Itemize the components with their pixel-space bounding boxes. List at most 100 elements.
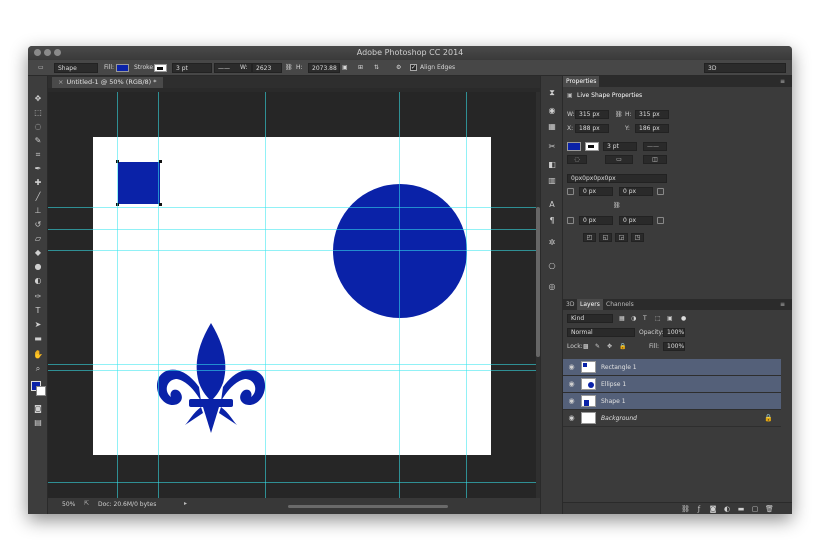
layer-name[interactable]: Ellipse 1 bbox=[601, 376, 626, 393]
guide-line[interactable] bbox=[158, 92, 159, 498]
blur-icon[interactable]: ● bbox=[33, 262, 43, 271]
guide-line[interactable] bbox=[48, 482, 536, 483]
prop-y-field[interactable]: 186 px bbox=[635, 124, 669, 133]
align-edges-checkbox[interactable]: ✓ bbox=[410, 64, 417, 71]
quick-select-icon[interactable]: ✎ bbox=[33, 136, 43, 145]
horizontal-scrollbar[interactable] bbox=[288, 505, 448, 508]
healing-brush-icon[interactable]: ✚ bbox=[33, 178, 43, 187]
gear-icon[interactable]: ⚙ bbox=[396, 63, 401, 73]
tab-layers[interactable]: Layers bbox=[577, 299, 603, 310]
adjustments-icon[interactable]: ◧ bbox=[547, 160, 557, 170]
prop-fill-swatch[interactable] bbox=[567, 142, 581, 151]
guide-line[interactable] bbox=[265, 92, 266, 498]
ellipse-shape[interactable] bbox=[333, 184, 467, 318]
stroke-align-select[interactable]: ◌ bbox=[567, 155, 587, 164]
lock-transparent-icon[interactable]: ▩ bbox=[583, 342, 589, 351]
guide-line[interactable] bbox=[48, 250, 536, 251]
brushes-icon[interactable]: ✂ bbox=[547, 142, 557, 152]
timeline-icon[interactable]: ◎ bbox=[547, 282, 557, 292]
prop-stroke-swatch[interactable] bbox=[585, 142, 599, 151]
screen-mode-icon[interactable]: ▤ bbox=[33, 418, 43, 427]
export-icon[interactable]: ⇱ bbox=[84, 500, 89, 507]
minimize-icon[interactable] bbox=[44, 49, 51, 56]
zoom-level[interactable]: 50% bbox=[62, 501, 75, 508]
corner-tr-field[interactable]: 0 px bbox=[619, 187, 653, 196]
blend-mode-select[interactable]: Normal bbox=[567, 328, 635, 337]
move-icon[interactable]: ✥ bbox=[33, 94, 43, 103]
path-op-intersect-icon[interactable]: ◲ bbox=[615, 233, 628, 242]
layer-row[interactable]: ◉ Background 🔒 bbox=[563, 410, 781, 427]
stroke-width-field[interactable]: 3 pt bbox=[172, 63, 212, 73]
document-workspace[interactable] bbox=[48, 92, 536, 498]
quick-mask-icon[interactable]: ◙ bbox=[33, 404, 43, 413]
filter-type-icon[interactable]: T bbox=[643, 314, 647, 323]
fill-field[interactable]: 100% bbox=[663, 342, 685, 351]
tool-preset-icon[interactable]: ▭ bbox=[38, 63, 44, 73]
anchor-handle[interactable] bbox=[159, 160, 162, 163]
trash-icon[interactable]: 🗑 bbox=[765, 505, 774, 513]
close-icon[interactable] bbox=[34, 49, 41, 56]
status-menu-arrow-icon[interactable]: ▸ bbox=[184, 500, 187, 507]
eye-icon[interactable]: ◉ bbox=[567, 397, 576, 406]
marquee-icon[interactable]: ⬚ bbox=[33, 108, 43, 117]
tab-channels[interactable]: Channels bbox=[603, 299, 637, 310]
swatches-icon[interactable]: ▦ bbox=[547, 122, 557, 132]
tool-mode-select[interactable]: Shape bbox=[54, 63, 98, 73]
layer-row[interactable]: ◉ Ellipse 1 bbox=[563, 376, 781, 393]
layer-name[interactable]: Shape 1 bbox=[601, 393, 626, 410]
path-align-icon[interactable]: ⊞ bbox=[358, 63, 363, 73]
guide-line[interactable] bbox=[466, 92, 467, 498]
pen-icon[interactable]: ✑ bbox=[33, 292, 43, 301]
link-corners-icon[interactable]: ⛓ bbox=[613, 201, 621, 210]
layer-filter-select[interactable]: Kind bbox=[567, 314, 613, 323]
dodge-icon[interactable]: ◐ bbox=[33, 276, 43, 285]
eye-icon[interactable]: ◉ bbox=[567, 380, 576, 389]
eye-icon[interactable]: ◉ bbox=[567, 414, 576, 423]
link-icon[interactable]: ⛓ bbox=[615, 110, 623, 119]
prop-x-field[interactable]: 188 px bbox=[575, 124, 609, 133]
doc-info[interactable]: Doc: 20.6M/0 bytes bbox=[98, 501, 156, 508]
layer-row[interactable]: ◉ Rectangle 1 bbox=[563, 359, 781, 376]
hand-icon[interactable]: ✋ bbox=[33, 350, 43, 359]
stroke-cap-select[interactable]: ▭ bbox=[605, 155, 633, 164]
lasso-icon[interactable]: ◌ bbox=[33, 122, 43, 131]
workspace-select[interactable]: 3D bbox=[704, 63, 786, 73]
canvas[interactable] bbox=[93, 137, 491, 455]
link-icon[interactable]: ⛓ bbox=[285, 63, 293, 73]
document-tab[interactable]: × Untitled-1 @ 50% (RGB/8) * bbox=[52, 77, 163, 88]
prop-width-field[interactable]: 315 px bbox=[575, 110, 609, 119]
history-brush-icon[interactable]: ↺ bbox=[33, 220, 43, 229]
character-icon[interactable]: A bbox=[547, 200, 557, 210]
path-selection-icon[interactable]: ➤ bbox=[33, 320, 43, 329]
filter-smart-icon[interactable]: ▣ bbox=[667, 314, 673, 323]
prop-height-field[interactable]: 315 px bbox=[635, 110, 669, 119]
paragraph-icon[interactable]: ¶ bbox=[547, 216, 557, 226]
path-op-exclude-icon[interactable]: ◳ bbox=[631, 233, 644, 242]
path-op-combine-icon[interactable]: ◰ bbox=[583, 233, 596, 242]
eyedropper-icon[interactable]: ✒ bbox=[33, 164, 43, 173]
lock-position-icon[interactable]: ✥ bbox=[607, 342, 612, 351]
stroke-swatch[interactable] bbox=[154, 64, 167, 72]
color-icon[interactable]: ◉ bbox=[547, 106, 557, 116]
filter-shape-icon[interactable]: ⬚ bbox=[655, 314, 661, 323]
corner-br-field[interactable]: 0 px bbox=[619, 216, 653, 225]
fx-icon[interactable]: ƒ bbox=[695, 505, 703, 513]
corner-bl-field[interactable]: 0 px bbox=[579, 216, 613, 225]
stroke-corner-select[interactable]: ◫ bbox=[643, 155, 667, 164]
eraser-icon[interactable]: ▱ bbox=[33, 234, 43, 243]
width-field[interactable]: 2623 px bbox=[252, 63, 282, 82]
guide-line[interactable] bbox=[48, 207, 536, 208]
paint-bucket-icon[interactable]: ◆ bbox=[33, 248, 43, 257]
panel-menu-icon[interactable]: ≡ bbox=[777, 299, 788, 310]
tab-3d[interactable]: 3D bbox=[563, 299, 577, 310]
zoom-icon[interactable] bbox=[54, 49, 61, 56]
panel-menu-icon[interactable]: ≡ bbox=[777, 76, 788, 87]
layer-name[interactable]: Rectangle 1 bbox=[601, 359, 637, 376]
folder-icon[interactable]: ▬ bbox=[737, 505, 745, 513]
path-ops-icon[interactable]: ▣ bbox=[342, 63, 348, 73]
filter-adjust-icon[interactable]: ◑ bbox=[631, 314, 636, 323]
path-arrange-icon[interactable]: ⇅ bbox=[374, 63, 379, 73]
path-op-subtract-icon[interactable]: ◱ bbox=[599, 233, 612, 242]
layer-row[interactable]: ◉ Shape 1 bbox=[563, 393, 781, 410]
guide-line[interactable] bbox=[117, 92, 118, 498]
